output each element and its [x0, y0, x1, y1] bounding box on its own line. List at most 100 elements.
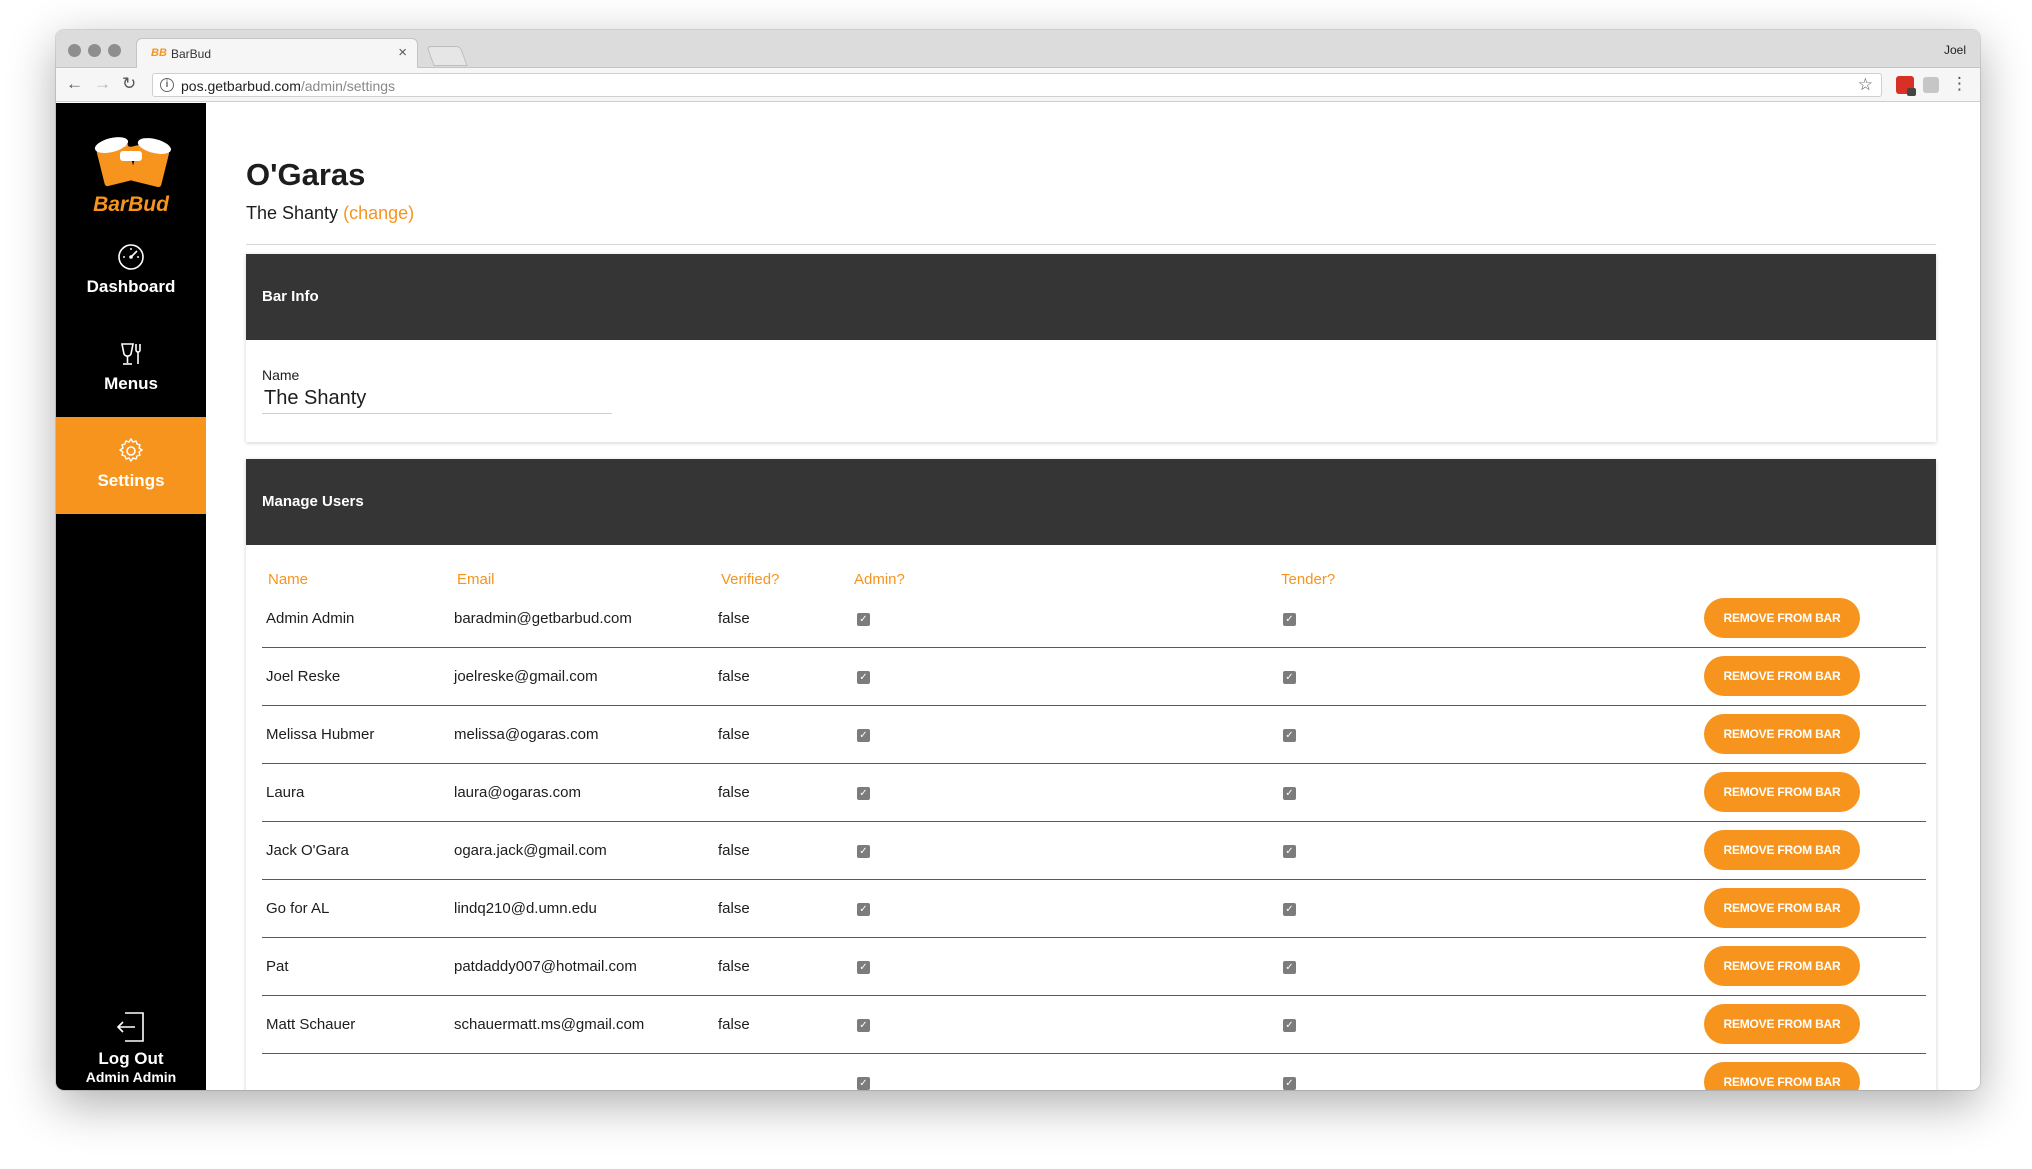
gear-icon [118, 437, 144, 463]
minimize-window-dot[interactable] [88, 44, 101, 57]
admin-checkbox[interactable]: ✓ [857, 903, 870, 916]
table-row: Admin Admin baradmin@getbarbud.com false… [262, 590, 1926, 648]
admin-checkbox[interactable]: ✓ [857, 1077, 870, 1090]
tender-checkbox[interactable]: ✓ [1283, 729, 1296, 742]
table-row: ✓ ✓ REMOVE FROM BAR [262, 1054, 1926, 1090]
table-row: Laura laura@ogaras.com false ✓ ✓ REMOVE … [262, 764, 1926, 822]
tender-checkbox[interactable]: ✓ [1283, 1077, 1296, 1090]
back-arrow-icon[interactable]: ← [66, 74, 83, 94]
user-email: patdaddy007@hotmail.com [454, 958, 637, 975]
change-location-link[interactable]: (change) [343, 203, 414, 223]
sidebar-item-menus[interactable]: Menus [56, 320, 206, 417]
user-verified: false [718, 784, 750, 801]
remove-from-bar-button[interactable]: REMOVE FROM BAR [1704, 1062, 1860, 1090]
tender-checkbox[interactable]: ✓ [1283, 1019, 1296, 1032]
remove-from-bar-button[interactable]: REMOVE FROM BAR [1704, 1004, 1860, 1044]
close-window-dot[interactable] [68, 44, 81, 57]
location-name: The Shanty [246, 203, 339, 223]
remove-from-bar-button[interactable]: REMOVE FROM BAR [1704, 714, 1860, 754]
url-text[interactable]: pos.getbarbud.com/admin/settings [181, 78, 395, 94]
calendar-extension-icon[interactable] [1896, 76, 1916, 96]
extension-icon[interactable] [1923, 77, 1939, 93]
user-email: laura@ogaras.com [454, 784, 581, 801]
header-divider [246, 244, 1936, 245]
card-title: Bar Info [262, 288, 319, 305]
location-line: The Shanty (change) [246, 203, 414, 224]
logout-button[interactable]: Log Out Admin Admin [56, 1011, 206, 1090]
user-email: melissa@ogaras.com [454, 726, 599, 743]
admin-checkbox[interactable]: ✓ [857, 787, 870, 800]
sidebar: BarBud Dashboard Menus Settings Log Out … [56, 103, 206, 1090]
user-email: ogara.jack@gmail.com [454, 842, 607, 859]
browser-tab[interactable]: BB BarBud × [136, 38, 418, 69]
speedometer-icon [118, 244, 144, 270]
browser-menu-icon[interactable]: ⋮ [1951, 75, 1968, 93]
page-title: O'Garas [246, 157, 366, 192]
manage-users-header: Manage Users [246, 459, 1936, 545]
table-row: Pat patdaddy007@hotmail.com false ✓ ✓ RE… [262, 938, 1926, 996]
address-bar[interactable]: i pos.getbarbud.com/admin/settings ☆ [152, 73, 1882, 97]
user-verified: false [718, 668, 750, 685]
barbud-favicon-icon: BB [151, 47, 167, 59]
user-name: Go for AL [266, 900, 330, 917]
admin-checkbox[interactable]: ✓ [857, 729, 870, 742]
tab-title: BarBud [171, 47, 212, 61]
column-header-email: Email [457, 571, 495, 588]
user-verified: false [718, 1016, 750, 1033]
user-name: Matt Schauer [266, 1016, 356, 1033]
user-email: lindq210@d.umn.edu [454, 900, 597, 917]
user-name: Joel Reske [266, 668, 341, 685]
tender-checkbox[interactable]: ✓ [1283, 961, 1296, 974]
tender-checkbox[interactable]: ✓ [1283, 787, 1296, 800]
admin-checkbox[interactable]: ✓ [857, 845, 870, 858]
column-header-tender: Tender? [1281, 571, 1336, 588]
new-tab-button[interactable] [426, 46, 468, 66]
admin-checkbox[interactable]: ✓ [857, 613, 870, 626]
user-verified: false [718, 958, 750, 975]
info-icon[interactable]: i [160, 78, 174, 92]
tender-checkbox[interactable]: ✓ [1283, 671, 1296, 684]
tab-strip: BB BarBud × Joel [56, 30, 1980, 69]
user-email: schauermatt.ms@gmail.com [454, 1016, 645, 1033]
sidebar-item-dashboard[interactable]: Dashboard [56, 223, 206, 320]
forward-arrow-icon[interactable]: → [94, 74, 111, 94]
maximize-window-dot[interactable] [108, 44, 121, 57]
user-name: Melissa Hubmer [266, 726, 375, 743]
table-row: Joel Reske joelreske@gmail.com false ✓ ✓… [262, 648, 1926, 706]
remove-from-bar-button[interactable]: REMOVE FROM BAR [1704, 598, 1860, 638]
table-row: Jack O'Gara ogara.jack@gmail.com false ✓… [262, 822, 1926, 880]
bar-name-input[interactable] [262, 384, 612, 414]
remove-from-bar-button[interactable]: REMOVE FROM BAR [1704, 772, 1860, 812]
reload-icon[interactable]: ↻ [122, 74, 136, 94]
remove-from-bar-button[interactable]: REMOVE FROM BAR [1704, 830, 1860, 870]
main-content: O'Garas The Shanty (change) Bar Info Nam… [206, 103, 1980, 1090]
app-root: BarBud Dashboard Menus Settings Log Out … [56, 103, 1980, 1090]
admin-checkbox[interactable]: ✓ [857, 671, 870, 684]
bar-info-body: Name [246, 340, 1936, 442]
barbud-logo[interactable]: BarBud [56, 123, 206, 216]
profile-name[interactable]: Joel [1944, 43, 1966, 57]
user-verified: false [718, 900, 750, 917]
tender-checkbox[interactable]: ✓ [1283, 613, 1296, 626]
beer-mugs-logo-icon [94, 137, 172, 188]
remove-from-bar-button[interactable]: REMOVE FROM BAR [1704, 888, 1860, 928]
bookmark-star-icon[interactable]: ☆ [1858, 75, 1873, 95]
sidebar-item-settings[interactable]: Settings [56, 417, 206, 514]
sidebar-item-label: Dashboard [86, 277, 176, 296]
close-tab-icon[interactable]: × [398, 44, 407, 61]
table-row: Melissa Hubmer melissa@ogaras.com false … [262, 706, 1926, 764]
current-user-name: Admin Admin [85, 1069, 177, 1085]
admin-checkbox[interactable]: ✓ [857, 1019, 870, 1032]
remove-from-bar-button[interactable]: REMOVE FROM BAR [1704, 656, 1860, 696]
column-header-admin: Admin? [854, 571, 905, 588]
admin-checkbox[interactable]: ✓ [857, 961, 870, 974]
tender-checkbox[interactable]: ✓ [1283, 845, 1296, 858]
manage-users-card: Manage Users Name Email Verified? Admin?… [246, 459, 1936, 1090]
logo-text: BarBud [93, 193, 169, 216]
user-name: Laura [266, 784, 305, 801]
url-path: /admin/settings [300, 78, 396, 94]
remove-from-bar-button[interactable]: REMOVE FROM BAR [1704, 946, 1860, 986]
user-verified: false [718, 610, 750, 627]
tender-checkbox[interactable]: ✓ [1283, 903, 1296, 916]
sidebar-item-label: Menus [104, 374, 158, 393]
